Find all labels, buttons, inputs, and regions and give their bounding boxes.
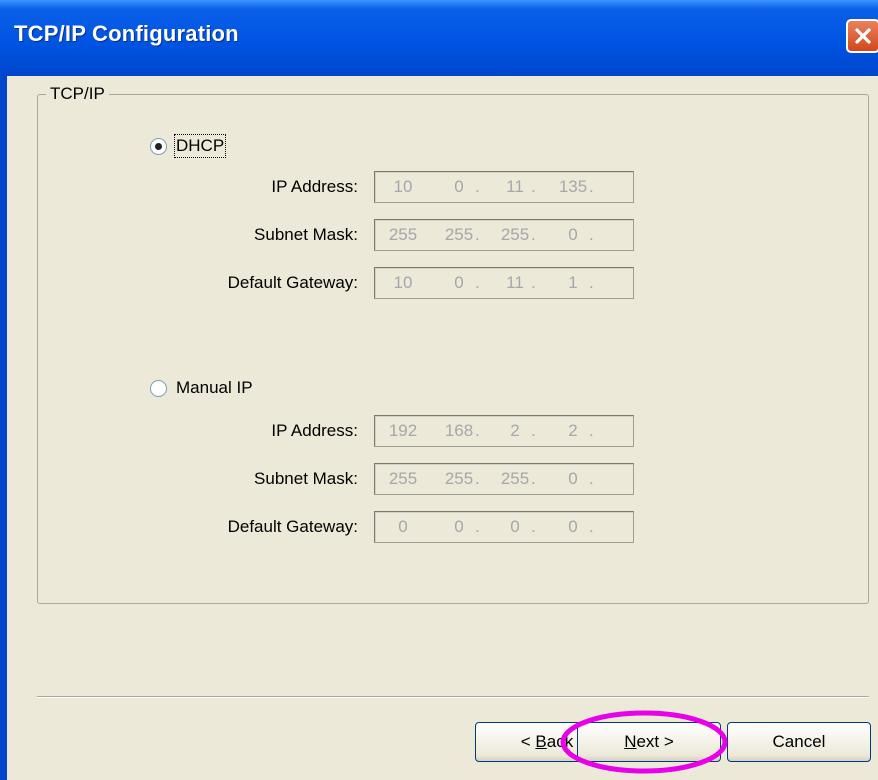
ip-octet[interactable]: 255 bbox=[491, 225, 539, 245]
cancel-button-label: Cancel bbox=[772, 732, 826, 751]
manual-field-label: IP Address: bbox=[271, 421, 358, 440]
ip-octet[interactable]: 255 bbox=[435, 469, 483, 489]
ip-octet[interactable]: 11 bbox=[491, 177, 539, 197]
groupbox-legend: TCP/IP bbox=[46, 84, 109, 104]
ip-octet[interactable]: 255 bbox=[491, 469, 539, 489]
close-icon bbox=[855, 28, 871, 44]
ip-octet[interactable]: 10 bbox=[379, 177, 427, 197]
title-bar: TCP/IP Configuration bbox=[0, 0, 878, 76]
ip-octet[interactable]: 192 bbox=[379, 421, 427, 441]
ip-octet[interactable]: 0 bbox=[435, 273, 483, 293]
dhcp-field-label: Default Gateway: bbox=[227, 273, 358, 292]
manual-ip-radio-label[interactable]: Manual IP bbox=[176, 378, 253, 398]
ip-octet[interactable]: 0 bbox=[549, 469, 597, 489]
ip-octet[interactable]: 11 bbox=[491, 273, 539, 293]
dhcp-field-label: Subnet Mask: bbox=[254, 225, 358, 244]
ip-octet[interactable]: 135 bbox=[549, 177, 597, 197]
ip-octet[interactable]: 0 bbox=[379, 517, 427, 537]
dhcp-ip-input[interactable]: 10. 0. 11. 135 bbox=[374, 171, 634, 203]
manual-field-label: Default Gateway: bbox=[227, 517, 358, 536]
ip-octet[interactable]: 255 bbox=[379, 469, 427, 489]
ip-octet[interactable]: 255 bbox=[435, 225, 483, 245]
manual-ip-input[interactable]: 0.0.0.0 bbox=[374, 511, 634, 543]
dhcp-ip-input[interactable]: 255. 255. 255. 0 bbox=[374, 219, 634, 251]
next-button[interactable]: Next > bbox=[577, 722, 721, 762]
button-separator bbox=[37, 696, 869, 698]
ip-octet[interactable]: 1 bbox=[549, 273, 597, 293]
dhcp-radio-label[interactable]: DHCP bbox=[173, 134, 227, 158]
dhcp-field-label: IP Address: bbox=[271, 177, 358, 196]
ip-octet[interactable]: 0 bbox=[435, 177, 483, 197]
ip-octet[interactable]: 2 bbox=[491, 421, 539, 441]
ip-octet[interactable]: 0 bbox=[549, 517, 597, 537]
manual-field-label: Subnet Mask: bbox=[254, 469, 358, 488]
next-button-label: ext > bbox=[636, 732, 674, 751]
close-button[interactable] bbox=[846, 19, 878, 53]
ip-octet[interactable]: 255 bbox=[379, 225, 427, 245]
window-title: TCP/IP Configuration bbox=[14, 21, 239, 46]
ip-octet[interactable]: 0 bbox=[435, 517, 483, 537]
next-button-mnemonic: N bbox=[624, 732, 637, 751]
dhcp-radio[interactable] bbox=[150, 138, 167, 155]
cancel-button[interactable]: Cancel bbox=[727, 722, 871, 762]
ip-octet[interactable]: 0 bbox=[549, 225, 597, 245]
ip-octet[interactable]: 2 bbox=[549, 421, 597, 441]
manual-ip-radio[interactable] bbox=[150, 380, 167, 397]
manual-ip-input[interactable]: 192. 168. 2. 2 bbox=[374, 415, 634, 447]
ip-octet[interactable]: 10 bbox=[379, 273, 427, 293]
ip-octet[interactable]: 0 bbox=[491, 517, 539, 537]
window-frame-left bbox=[0, 76, 7, 780]
back-button-label: ack bbox=[546, 732, 574, 751]
back-button-prefix: < bbox=[520, 732, 536, 751]
tcpip-groupbox: TCP/IP DHCP IP Address: 10. 0. 11. 135 Subnet… bbox=[37, 84, 869, 604]
dialog-body: TCP/IP DHCP IP Address: 10. 0. 11. 135 Subnet… bbox=[7, 76, 878, 780]
dhcp-ip-input[interactable]: 10. 0. 11. 1 bbox=[374, 267, 634, 299]
ip-octet[interactable]: 168 bbox=[435, 421, 483, 441]
radio-selected-dot bbox=[155, 143, 162, 150]
manual-ip-input[interactable]: 255. 255. 255. 0 bbox=[374, 463, 634, 495]
back-button-mnemonic: B bbox=[535, 732, 547, 751]
